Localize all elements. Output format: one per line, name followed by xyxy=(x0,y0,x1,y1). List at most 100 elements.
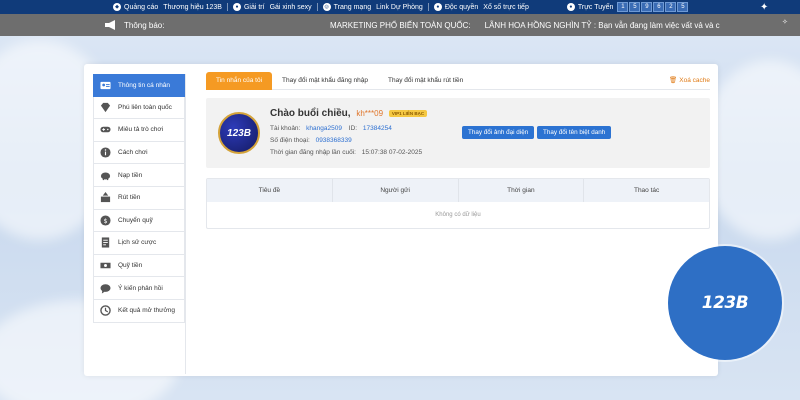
divider xyxy=(316,3,318,11)
clear-cache-label: Xoá cache xyxy=(679,76,710,84)
sidebar-menu: Thông tin cá nhân Phú liên toàn quốc Miê… xyxy=(93,74,186,374)
table-header: Tiêu đề Người gửi Thời gian Thao tác xyxy=(207,179,709,202)
sidebar-item-bet-history[interactable]: Lịch sử cược xyxy=(93,232,185,255)
tab-change-withdraw-password[interactable]: Thay đổi mật khẩu rút tiền xyxy=(378,72,473,90)
column-header-actions: Thao tác xyxy=(633,187,660,194)
last-login-value: 15:07:38 07-02-2025 xyxy=(361,149,423,156)
tab-bar: Tin nhắn của tôi Thay đổi mật khẩu đăng … xyxy=(206,71,710,90)
topbar-backup-link[interactable]: Link Dự Phòng xyxy=(376,4,423,11)
piggy-bank-icon xyxy=(100,170,111,181)
sidebar-item-label: Rút tiền xyxy=(118,194,141,202)
brand-logo-text: 123B xyxy=(701,293,749,313)
topbar-group-ads[interactable]: ◆ Quảng cáo Thương hiệu 123B xyxy=(113,3,222,11)
sidebar-item-game-description[interactable]: Miêu tả trò chơi xyxy=(93,119,185,142)
notice-message: LÃNH HOA HỒNG NGHÌN TỶ : Bạn vẫn đang là… xyxy=(484,20,720,30)
document-icon xyxy=(100,237,111,248)
chat-icon xyxy=(100,283,111,294)
topbar-girls-link[interactable]: Gái xinh sexy xyxy=(270,4,312,11)
profile-card: 123B Chào buổi chiều, kh***09 VIP1 LIÊN … xyxy=(206,98,710,168)
online-counter: ● Trực Tuyến 1 5 9 6 2 5 xyxy=(566,2,689,12)
sidebar-item-label: Phú liên toàn quốc xyxy=(118,103,172,111)
sidebar-item-how-to-play[interactable]: Cách chơi xyxy=(93,141,185,165)
sidebar-item-results[interactable]: Kết quả mở thưởng xyxy=(93,299,185,323)
notice-label-group: Thông báo: xyxy=(0,20,330,30)
trash-icon: 🗑 xyxy=(669,77,678,84)
greeting: Chào buổi chiều, kh***09 VIP1 LIÊN BẠC xyxy=(270,108,428,119)
masked-username: kh***09 xyxy=(356,109,384,118)
avatar-logo-text: 123B xyxy=(227,127,251,139)
brand-logo-badge: 123B xyxy=(668,246,782,360)
notice-label: Thông báo: xyxy=(124,20,165,30)
topbar-lottery-link[interactable]: Xổ số trực tiếp xyxy=(483,4,529,11)
tab-my-messages[interactable]: Tin nhắn của tôi xyxy=(206,71,273,90)
sidebar-item-withdraw[interactable]: Rút tiền xyxy=(93,186,185,210)
online-digit: 1 xyxy=(617,2,629,12)
topbar-group-sites[interactable]: ◎ Trang mạng Link Dự Phòng xyxy=(322,3,423,11)
greeting-text: Chào buổi chiều, xyxy=(270,108,351,119)
column-header-title: Tiêu đề xyxy=(207,179,333,202)
id-value: 17384254 xyxy=(362,125,392,132)
topbar-brand-link[interactable]: Thương hiệu 123B xyxy=(163,4,222,11)
change-nickname-button[interactable]: Thay đổi tên biệt danh xyxy=(537,126,612,139)
account-line: Tài khoản: khanga2509 ID: 17384254 xyxy=(270,125,392,132)
account-value: khanga2509 xyxy=(306,125,342,132)
user-icon: ● xyxy=(566,3,575,11)
topbar-ads-link[interactable]: Quảng cáo xyxy=(124,4,158,11)
online-digit: 2 xyxy=(665,2,677,12)
diamond-icon xyxy=(100,102,111,113)
sidebar-item-fund[interactable]: Quỹ tiền xyxy=(93,254,185,278)
empty-state: Không có dữ liệu xyxy=(435,212,481,218)
vip-badge: VIP1 LIÊN BẠC xyxy=(388,109,428,117)
sidebar-item-transfer[interactable]: $ Chuyển quỹ xyxy=(93,209,185,233)
clear-cache-button[interactable]: 🗑 Xoá cache xyxy=(669,76,710,85)
topbar-exclusive-link[interactable]: Độc quyền xyxy=(445,4,478,11)
phone-label: Số điện thoại: xyxy=(270,137,310,144)
account-panel: Thông tin cá nhân Phú liên toàn quốc Miê… xyxy=(84,64,718,376)
online-digit: 6 xyxy=(653,2,665,12)
notice-message: MARKETING PHỔ BIẾN TOÀN QUỐC: xyxy=(330,20,471,30)
sidebar-item-feedback[interactable]: Ý kiến phản hồi xyxy=(93,277,185,300)
online-label: Trực Tuyến xyxy=(577,3,614,11)
user-card-icon xyxy=(100,80,111,91)
messages-table: Tiêu đề Người gửi Thời gian Thao tác Khô… xyxy=(206,178,710,229)
money-icon xyxy=(100,260,111,271)
notice-bar: Thông báo: MARKETING PHỔ BIẾN TOÀN QUỐC:… xyxy=(0,14,800,36)
change-avatar-button[interactable]: Thay đổi ảnh đại diện xyxy=(462,126,535,139)
history-icon xyxy=(100,305,111,317)
topbar-group-exclusive[interactable]: ● Độc quyền Xổ số trực tiếp xyxy=(433,3,529,11)
sidebar-item-label: Chuyển quỹ xyxy=(118,216,153,224)
online-digit: 9 xyxy=(641,2,653,12)
gamepad-icon xyxy=(100,124,111,135)
sparkle-icon: ✧ xyxy=(782,19,788,26)
globe-icon: ◎ xyxy=(322,3,331,11)
last-login-line: Thời gian đăng nhập lần cuối: 15:07:38 0… xyxy=(270,149,422,156)
topbar-group-entertainment[interactable]: ● Giải trí Gái xinh sexy xyxy=(232,3,312,11)
notice-marquee[interactable]: MARKETING PHỔ BIẾN TOÀN QUỐC: LÃNH HOA H… xyxy=(330,21,720,30)
main-content: Tin nhắn của tôi Thay đổi mật khẩu đăng … xyxy=(206,71,710,229)
avatar[interactable]: 123B xyxy=(218,112,260,154)
last-login-label: Thời gian đăng nhập lần cuối: xyxy=(270,149,356,156)
phone-value: 0938368339 xyxy=(315,137,352,144)
sidebar-item-label: Lịch sử cược xyxy=(118,239,157,247)
sidebar-item-deposit[interactable]: Nạp tiền xyxy=(93,164,185,187)
sidebar-item-nationwide[interactable]: Phú liên toàn quốc xyxy=(93,96,185,120)
id-label: ID: xyxy=(348,125,358,132)
transfer-icon: $ xyxy=(100,215,111,226)
svg-text:$: $ xyxy=(103,217,107,225)
sidebar-item-profile[interactable]: Thông tin cá nhân xyxy=(93,74,185,97)
online-digit: 5 xyxy=(677,2,689,12)
sidebar-item-label: Miêu tả trò chơi xyxy=(118,126,164,134)
sidebar-item-label: Quỹ tiền xyxy=(118,262,143,270)
sidebar-item-label: Kết quả mở thưởng xyxy=(118,307,175,315)
info-icon xyxy=(100,147,111,158)
topbar-sites-link[interactable]: Trang mạng xyxy=(334,4,371,11)
divider xyxy=(427,3,429,11)
phone-line: Số điện thoại: 0938368339 xyxy=(270,137,352,144)
sparkle-icon: ✦ xyxy=(760,2,769,13)
account-label: Tài khoản: xyxy=(270,125,301,132)
withdraw-icon xyxy=(100,192,111,203)
user-icon: ● xyxy=(433,3,442,11)
topbar-entertainment-link[interactable]: Giải trí xyxy=(244,4,265,11)
tab-change-login-password[interactable]: Thay đổi mật khẩu đăng nhập xyxy=(272,72,378,90)
online-digit: 5 xyxy=(629,2,641,12)
